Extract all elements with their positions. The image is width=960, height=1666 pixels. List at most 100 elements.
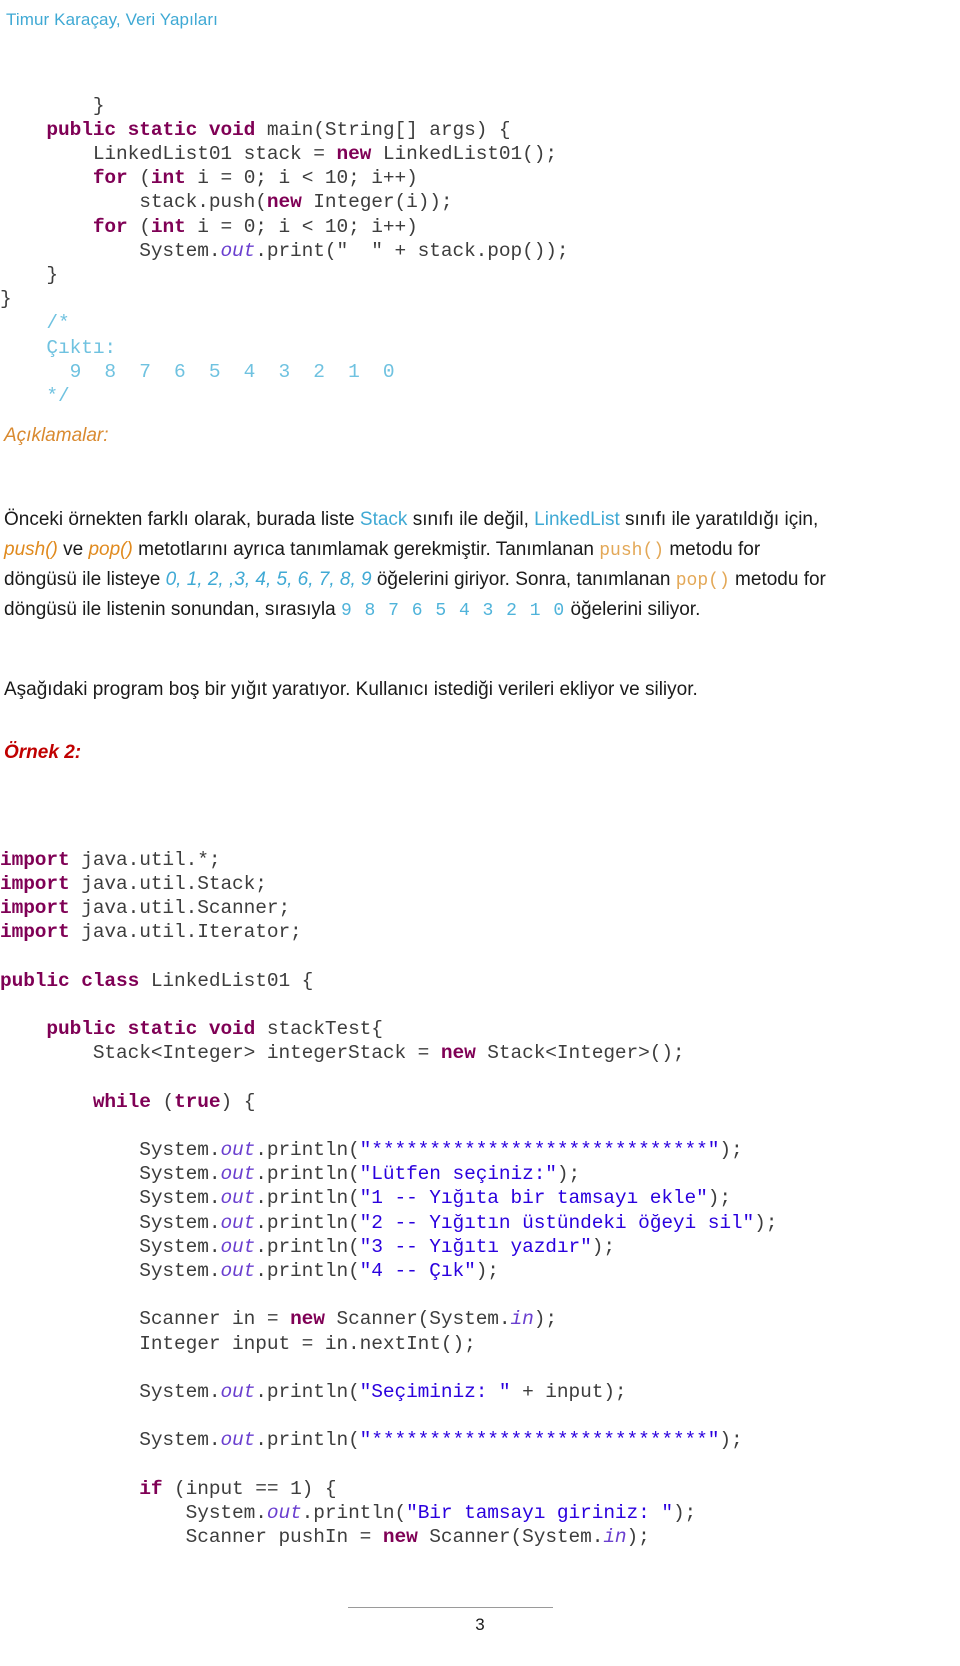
prose-token: metodu for [729, 569, 826, 590]
code-token: java.util.Scanner; [81, 896, 291, 919]
code-token: for [92, 167, 140, 190]
code-token: Scanner in = [0, 1308, 291, 1331]
prose-token: 9 8 7 6 5 4 3 2 1 0 [340, 601, 566, 621]
code-token: import [0, 872, 82, 895]
code-token: "3 -- Yığıtı yazdır" [359, 1235, 592, 1258]
code-token: out [266, 1501, 302, 1524]
code-token: import [0, 921, 82, 944]
prose-token: LinkedList [534, 509, 620, 530]
code-token: System. [0, 1187, 221, 1210]
code-token: System. [0, 1380, 221, 1403]
prose-token: öğelerini giriyor. Sonra, tanımlanan [371, 569, 676, 590]
prose-token: döngüsü ile listeye [4, 569, 166, 590]
code-token: ); [556, 1163, 581, 1186]
code-token: } [0, 288, 12, 311]
footer-divider [348, 1607, 553, 1608]
code-token: new [266, 191, 314, 214]
code-token: java.util.Iterator; [81, 921, 302, 944]
code-token: Çıktı: [46, 336, 117, 359]
code-token: ( [139, 215, 151, 238]
code-token: java.util.Stack; [81, 872, 267, 895]
paragraph-line: push() ve pop() metotlarını ayrıca tanım… [4, 535, 916, 565]
code-token: .println( [255, 1235, 360, 1258]
prose-token: ve [57, 539, 89, 560]
code-token: for [92, 215, 140, 238]
code-token: "Lütfen seçiniz:" [359, 1163, 557, 1186]
code-token: "1 -- Yığıta bir tamsayı ekle" [359, 1187, 708, 1210]
code-token: out [220, 1429, 256, 1452]
prose-token: metotlarını ayrıca tanımlamak gerekmişti… [132, 539, 600, 560]
code-token: public static void [46, 1017, 267, 1040]
code-token: System. [0, 239, 221, 262]
code-token: .println( [255, 1429, 360, 1452]
code-token: out [220, 1211, 256, 1234]
code-block-main-method: } public static void main(String[] args)… [0, 94, 569, 409]
code-token: ); [754, 1211, 778, 1234]
code-token: System. [0, 1235, 221, 1258]
code-token: ( [162, 1090, 175, 1113]
code-token: java.util.*; [81, 848, 221, 871]
example-2-heading: Örnek 2: [4, 742, 82, 763]
code-token: ); [533, 1308, 557, 1331]
code-token: "Seçiminiz: " [359, 1380, 511, 1403]
code-token: out [220, 1380, 256, 1403]
code-token: ); [475, 1259, 499, 1282]
prose-token: pop() [675, 571, 730, 591]
code-token: in [603, 1526, 627, 1549]
code-token: out [220, 1187, 256, 1210]
code-token: /* [46, 312, 70, 335]
code-token: public class [0, 969, 151, 992]
explanations-paragraph: Önceki örnekten farklı olarak, burada li… [4, 505, 916, 625]
prose-token: sınıfı ile değil, [407, 509, 535, 530]
code-token: System. [0, 1138, 221, 1161]
code-token: .println( [255, 1380, 360, 1403]
code-token: "*****************************" [359, 1429, 720, 1452]
code-token: i = 0; i < 10; i++) [197, 215, 418, 238]
code-token: "2 -- Yığıtın üstündeki öğeyi sil" [359, 1211, 755, 1234]
code-token: out [220, 1235, 256, 1258]
code-token: System. [0, 1211, 221, 1234]
code-token: import [0, 848, 82, 871]
paragraph-line: döngüsü ile listenin sonundan, sırasıyla… [4, 595, 916, 625]
code-token: stack.push( [0, 191, 267, 214]
code-token: while [92, 1090, 163, 1113]
prose-token: öğelerini siliyor. [565, 599, 701, 620]
code-token: .println( [255, 1187, 360, 1210]
code-token: System. [0, 1429, 221, 1452]
code-token: System. [0, 1501, 267, 1524]
code-token: int [150, 167, 198, 190]
code-token: LinkedList01 { [150, 969, 314, 992]
code-token: i = 0; i < 10; i++) [197, 167, 418, 190]
prose-token: push() [4, 539, 58, 560]
code-token: .println( [255, 1163, 360, 1186]
code-token: } [0, 263, 59, 286]
code-token: Integer input = in.nextInt(); [0, 1332, 476, 1355]
code-token: 9 8 7 6 5 4 3 2 1 0 [46, 360, 395, 383]
document-page: Timur Karaçay, Veri Yapıları } public st… [0, 0, 960, 1666]
code-token: out [220, 1163, 256, 1186]
example-2-intro: Aşağıdaki program boş bir yığıt yaratıyo… [4, 679, 698, 700]
code-token: import [0, 896, 82, 919]
prose-token: Önceki örnekten farklı olarak, burada li… [4, 509, 360, 530]
code-token: new [382, 1526, 430, 1549]
prose-token: sınıfı ile yaratıldığı için, [619, 509, 819, 530]
code-token: ( [139, 167, 151, 190]
prose-token: metodu for [664, 539, 761, 560]
code-token: System. [0, 1259, 221, 1282]
code-token: */ [46, 384, 70, 407]
running-header: Timur Karaçay, Veri Yapıları [6, 10, 218, 29]
code-token: } [0, 94, 105, 117]
code-token: ); [591, 1235, 615, 1258]
code-token: (input == 1) { [174, 1477, 337, 1500]
code-token: out [220, 1259, 256, 1282]
code-token: "*****************************" [359, 1138, 720, 1161]
code-token: System. [0, 1163, 221, 1186]
